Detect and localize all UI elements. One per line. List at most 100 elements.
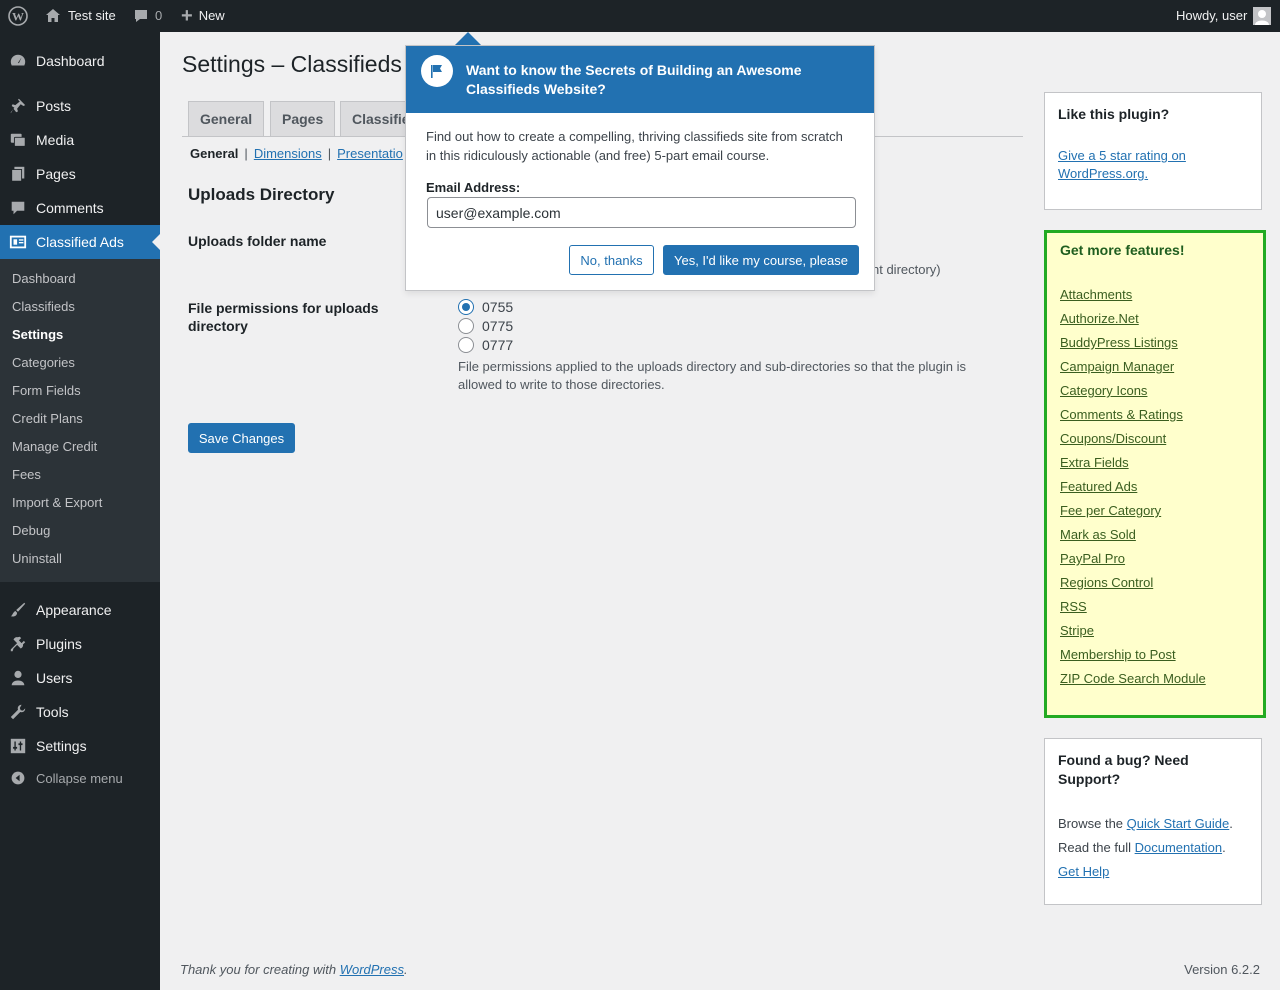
feature-list: Attachments Authorize.Net BuddyPress Listi… bbox=[1060, 283, 1250, 691]
footer-thanks: Thank you for creating with WordPress. bbox=[180, 962, 408, 977]
submenu-fees[interactable]: Fees bbox=[12, 465, 41, 485]
avatar bbox=[1253, 7, 1272, 25]
feature-link[interactable]: Comments & Ratings bbox=[1060, 407, 1183, 422]
menu-pages[interactable]: Pages bbox=[0, 157, 160, 191]
menu-users[interactable]: Users bbox=[0, 661, 160, 695]
subnav-dimensions[interactable]: Dimensions bbox=[254, 146, 322, 161]
no-thanks-button[interactable]: No, thanks bbox=[569, 245, 654, 275]
feature-link[interactable]: Campaign Manager bbox=[1060, 359, 1174, 374]
feature-link[interactable]: Category Icons bbox=[1060, 383, 1147, 398]
comments-link[interactable]: 0 bbox=[133, 0, 162, 32]
feature-link[interactable]: Regions Control bbox=[1060, 575, 1153, 590]
yes-course-button[interactable]: Yes, I'd like my course, please bbox=[663, 245, 859, 275]
like-plugin-box: Like this plugin? Give a 5 star rating o… bbox=[1044, 92, 1262, 210]
media-icon bbox=[0, 131, 36, 149]
period: . bbox=[1222, 840, 1226, 855]
feature-link[interactable]: Stripe bbox=[1060, 623, 1094, 638]
menu-media[interactable]: Media bbox=[0, 123, 160, 157]
feature-link[interactable]: Coupons/Discount bbox=[1060, 431, 1166, 446]
radio-0775[interactable] bbox=[458, 318, 474, 334]
submenu-debug[interactable]: Debug bbox=[12, 521, 50, 541]
permissions-description: File permissions applied to the uploads … bbox=[458, 359, 966, 392]
subnav-presentation[interactable]: Presentatio bbox=[337, 146, 403, 161]
menu-settings[interactable]: Settings bbox=[0, 729, 160, 763]
menu-dashboard[interactable]: Dashboard bbox=[0, 44, 160, 78]
radio-0777[interactable] bbox=[458, 337, 474, 353]
plugin-icon bbox=[0, 635, 36, 653]
feature-list-item: RSS bbox=[1060, 595, 1250, 619]
menu-tools[interactable]: Tools bbox=[0, 695, 160, 729]
menu-classified-ads[interactable]: Classified Ads bbox=[0, 225, 160, 259]
collapse-menu-button[interactable]: Collapse menu bbox=[0, 761, 160, 795]
wrench-icon bbox=[0, 703, 36, 721]
feature-list-item: Category Icons bbox=[1060, 379, 1250, 403]
popup-header: Want to know the Secrets of Building an … bbox=[406, 46, 874, 113]
wordpress-link[interactable]: WordPress bbox=[340, 962, 404, 977]
submenu-credit-plans[interactable]: Credit Plans bbox=[12, 409, 83, 429]
feature-list-item: Attachments bbox=[1060, 283, 1250, 307]
submenu-categories[interactable]: Categories bbox=[12, 353, 75, 373]
feature-link[interactable]: Membership to Post bbox=[1060, 647, 1176, 662]
permission-option-0777[interactable]: 0777 bbox=[458, 337, 513, 353]
tab-pages[interactable]: Pages bbox=[270, 101, 336, 137]
feature-link[interactable]: Featured Ads bbox=[1060, 479, 1137, 494]
users-icon bbox=[0, 669, 36, 687]
new-content-link[interactable]: + New bbox=[181, 0, 225, 32]
menu-comments[interactable]: Comments bbox=[0, 191, 160, 225]
site-name-link[interactable]: Test site bbox=[44, 0, 116, 32]
permission-option-0775[interactable]: 0775 bbox=[458, 318, 513, 334]
feature-link[interactable]: ZIP Code Search Module bbox=[1060, 671, 1206, 686]
feature-link[interactable]: Attachments bbox=[1060, 287, 1132, 302]
submenu-settings[interactable]: Settings bbox=[12, 325, 63, 345]
settings-icon bbox=[0, 737, 36, 755]
feature-link[interactable]: Fee per Category bbox=[1060, 503, 1161, 518]
menu-media-label: Media bbox=[36, 132, 75, 148]
submenu-classifieds[interactable]: Classifieds bbox=[12, 297, 75, 317]
email-input[interactable] bbox=[427, 197, 856, 228]
feature-link[interactable]: Extra Fields bbox=[1060, 455, 1129, 470]
submenu-form-fields[interactable]: Form Fields bbox=[12, 381, 81, 401]
submenu-import-export[interactable]: Import & Export bbox=[12, 493, 102, 513]
my-account-link[interactable]: Howdy, user bbox=[1176, 0, 1272, 32]
feature-list-item: PayPal Pro bbox=[1060, 547, 1250, 571]
email-label: Email Address: bbox=[426, 180, 521, 195]
get-help-link[interactable]: Get Help bbox=[1058, 864, 1109, 879]
feature-link[interactable]: Authorize.Net bbox=[1060, 311, 1139, 326]
support-box: Found a bug? Need Support? Browse the Qu… bbox=[1044, 738, 1262, 905]
more-features-box: Get more features! Attachments Authorize.… bbox=[1044, 230, 1266, 718]
period: . bbox=[1229, 816, 1233, 831]
quick-start-link[interactable]: Quick Start Guide bbox=[1127, 816, 1230, 831]
feature-list-item: Authorize.Net bbox=[1060, 307, 1250, 331]
menu-pages-label: Pages bbox=[36, 166, 76, 182]
permission-option-0755[interactable]: 0755 bbox=[458, 299, 513, 315]
subnav-general[interactable]: General bbox=[190, 146, 238, 161]
tab-general[interactable]: General bbox=[188, 101, 265, 137]
save-changes-button[interactable]: Save Changes bbox=[188, 423, 295, 453]
wordpress-logo-icon[interactable]: W bbox=[8, 0, 28, 32]
radio-0755[interactable] bbox=[458, 299, 474, 315]
howdy-text: Howdy, user bbox=[1176, 8, 1248, 23]
plus-icon: + bbox=[181, 5, 193, 27]
submenu-uninstall[interactable]: Uninstall bbox=[12, 549, 62, 569]
svg-text:W: W bbox=[12, 10, 24, 24]
like-plugin-title: Like this plugin? bbox=[1058, 106, 1170, 122]
site-name: Test site bbox=[68, 8, 116, 23]
menu-plugins[interactable]: Plugins bbox=[0, 627, 160, 661]
uploads-folder-label: Uploads folder name bbox=[188, 233, 327, 249]
feature-link[interactable]: Mark as Sold bbox=[1060, 527, 1136, 542]
rate-plugin-link[interactable]: Give a 5 star rating on WordPress.org. bbox=[1058, 148, 1186, 181]
menu-posts[interactable]: Posts bbox=[0, 89, 160, 123]
feature-list-item: Stripe bbox=[1060, 619, 1250, 643]
permissions-label: File permissions for uploads directory bbox=[188, 300, 379, 334]
feature-link[interactable]: BuddyPress Listings bbox=[1060, 335, 1178, 350]
documentation-link[interactable]: Documentation bbox=[1135, 840, 1222, 855]
feature-list-item: Membership to Post bbox=[1060, 643, 1250, 667]
submenu-manage-credit[interactable]: Manage Credit bbox=[12, 437, 97, 457]
feature-link[interactable]: PayPal Pro bbox=[1060, 551, 1125, 566]
settings-subnav: General | Dimensions | Presentatio bbox=[190, 146, 403, 161]
submenu-dashboard[interactable]: Dashboard bbox=[12, 269, 76, 289]
radio-0777-label: 0777 bbox=[482, 337, 514, 353]
feature-link[interactable]: RSS bbox=[1060, 599, 1087, 614]
menu-posts-label: Posts bbox=[36, 98, 72, 114]
menu-appearance[interactable]: Appearance bbox=[0, 593, 160, 627]
